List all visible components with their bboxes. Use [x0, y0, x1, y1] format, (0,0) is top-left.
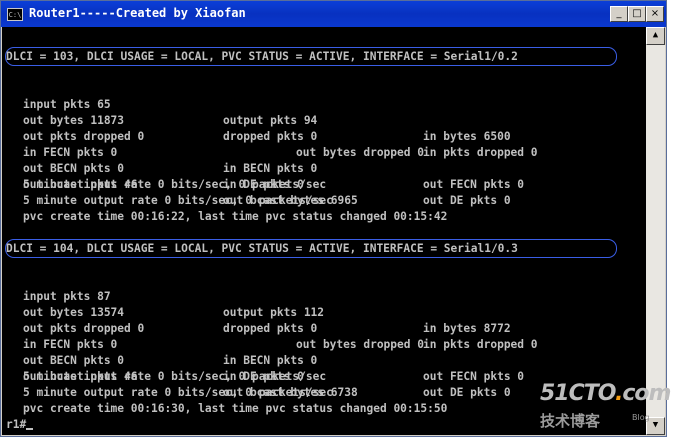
output-rate-line: 5 minute output rate 0 bits/sec, 0 packe… [23, 194, 333, 207]
command-prompt[interactable]: r1# [6, 417, 34, 433]
output-rate-line: 5 minute output rate 0 bits/sec, 0 packe… [23, 386, 333, 399]
watermark-logo: 51CTO.com [540, 381, 671, 406]
input-rate-line: 5 minute input rate 0 bits/sec, 0 packet… [23, 178, 327, 191]
window-title: Router1-----Created by Xiaofan [29, 6, 246, 20]
stats-row: out bcast pkts 46 out bcast bytes 6738 [23, 370, 358, 399]
stats-row: input pkts 87 output pkts 112 in bytes 8… [23, 290, 511, 335]
stats-row: input pkts 65 output pkts 94 in bytes 65… [23, 98, 511, 143]
stats-row: in FECN pkts 0 in BECN pkts 0 out FECN p… [23, 338, 525, 383]
console-app-icon[interactable]: C:\ [7, 8, 23, 21]
dlci-header: DLCI = 104, DLCI USAGE = LOCAL, PVC STAT… [6, 242, 518, 255]
scroll-up-button[interactable]: ▲ [646, 27, 665, 45]
dlci-header: DLCI = 103, DLCI USAGE = LOCAL, PVC STAT… [6, 50, 518, 63]
vertical-scrollbar[interactable]: ▲ ▼ [646, 27, 665, 435]
close-button[interactable]: × [646, 6, 664, 22]
maximize-button[interactable]: □ [628, 6, 646, 22]
pvc-time-line: pvc create time 00:16:22, last time pvc … [23, 210, 448, 223]
stats-row: out bytes 13574 dropped pkts 0 in pkts d… [23, 306, 538, 351]
watermark-subtitle: 技术博客 [540, 412, 601, 430]
watermark-blog: Blog [632, 413, 650, 422]
stats-row: out pkts dropped 0 out bytes dropped 0 [23, 322, 424, 351]
title-bar[interactable]: C:\ Router1-----Created by Xiaofan _ □ × [1, 1, 666, 27]
prompt-text: r1# [6, 418, 27, 431]
stats-row: out BECN pkts 0 in DE pkts 0 out DE pkts… [23, 162, 511, 207]
minimize-button[interactable]: _ [610, 6, 628, 22]
pvc-time-line: pvc create time 00:16:30, last time pvc … [23, 402, 448, 415]
console-output[interactable]: DLCI = 103, DLCI USAGE = LOCAL, PVC STAT… [2, 27, 646, 435]
stats-row: in FECN pkts 0 in BECN pkts 0 out FECN p… [23, 146, 525, 191]
text-cursor [26, 428, 34, 430]
stats-row: out BECN pkts 0 in DE pkts 0 out DE pkts… [23, 354, 511, 399]
console-window: C:\ Router1-----Created by Xiaofan _ □ ×… [0, 0, 667, 437]
stats-row: out bcast pkts 46 out bcast bytes 6965 [23, 178, 358, 207]
stats-row: out pkts dropped 0 out bytes dropped 0 [23, 130, 424, 159]
stats-row: out bytes 11873 dropped pkts 0 in pkts d… [23, 114, 538, 159]
input-rate-line: 5 minute input rate 0 bits/sec, 0 packet… [23, 370, 327, 383]
